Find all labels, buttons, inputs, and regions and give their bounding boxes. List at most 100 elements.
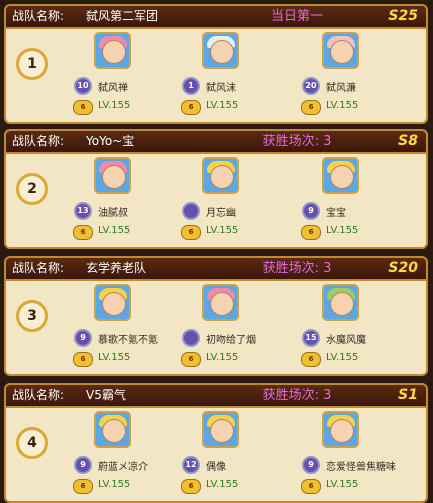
vip-badge: 6	[73, 352, 93, 367]
season-badge: S20	[388, 260, 418, 276]
vip-badge: 6	[73, 100, 93, 115]
member-name: 初吻给了烟	[206, 335, 256, 346]
rank-medal-icon: 15	[302, 329, 320, 347]
face-icon	[330, 40, 354, 64]
team-header: 战队名称: 弑风第二军团 当日第一 S25	[6, 6, 426, 29]
season-badge: S25	[388, 8, 418, 24]
team-member[interactable]: 9 慕歌不氪不氪 6 LV.155	[68, 279, 188, 374]
member-name: 慕歌不氪不氪	[98, 335, 158, 346]
rank-medal-icon: 1	[182, 77, 200, 95]
member-name: 弑风濂	[326, 83, 356, 94]
season-badge: S8	[398, 133, 418, 149]
rank-medal-icon: 10	[74, 77, 92, 95]
team-member[interactable]: 9 恋爱怪兽焦糖味 6 LV.155	[296, 406, 416, 501]
rank-medal-icon: 9	[302, 202, 320, 220]
face-icon	[330, 292, 354, 316]
team-label: 战队名称:	[12, 134, 65, 148]
member-name: 水魔风魔	[326, 335, 366, 346]
member-level: LV.155	[206, 352, 239, 363]
member-level: LV.155	[326, 225, 359, 236]
team-header: 战队名称: V5霸气 获胜场次: 3 S1	[6, 385, 426, 408]
face-icon	[102, 419, 126, 443]
rank-badge: 3	[16, 300, 48, 332]
member-name: 偶像	[206, 462, 226, 473]
member-name: 油腻叔	[98, 208, 128, 219]
season-badge: S1	[398, 387, 418, 403]
face-icon	[210, 40, 234, 64]
vip-badge: 6	[301, 225, 321, 240]
vip-badge: 6	[73, 479, 93, 494]
team-member[interactable]: 10 弑风禅 6 LV.155	[68, 27, 188, 122]
avatar[interactable]	[94, 411, 131, 448]
face-icon	[330, 165, 354, 189]
team-panel[interactable]: 战队名称: V5霸气 获胜场次: 3 S1 4 9 蔚蓝メ凉介 6 LV.155…	[4, 383, 428, 503]
team-name: 玄学养老队	[86, 261, 147, 275]
avatar[interactable]	[322, 32, 359, 69]
rank-medal-icon: 12	[182, 456, 200, 474]
member-name: 蔚蓝メ凉介	[98, 462, 148, 473]
vip-badge: 6	[181, 352, 201, 367]
team-name: V5霸气	[86, 388, 126, 402]
avatar[interactable]	[202, 32, 239, 69]
rank-medal-icon: 9	[74, 456, 92, 474]
face-icon	[210, 292, 234, 316]
avatar[interactable]	[322, 411, 359, 448]
team-panel[interactable]: 战队名称: 玄学养老队 获胜场次: 3 S20 3 9 慕歌不氪不氪 6 LV.…	[4, 256, 428, 376]
team-member[interactable]: 12 偶像 6 LV.155	[176, 406, 296, 501]
face-icon	[102, 292, 126, 316]
team-member[interactable]: 初吻给了烟 6 LV.155	[176, 279, 296, 374]
team-panel[interactable]: 战队名称: YoYo~宝 获胜场次: 3 S8 2 13 油腻叔 6 LV.15…	[4, 129, 428, 249]
rank-medal-icon: 9	[74, 329, 92, 347]
team-label: 战队名称:	[12, 388, 65, 402]
member-level: LV.155	[98, 352, 131, 363]
face-icon	[102, 40, 126, 64]
win-count: 获胜场次: 3	[262, 134, 332, 149]
team-name: 弑风第二军团	[86, 9, 159, 23]
team-label: 战队名称:	[12, 9, 65, 23]
avatar[interactable]	[94, 284, 131, 321]
rank-medal-icon: 13	[74, 202, 92, 220]
team-panel[interactable]: 战队名称: 弑风第二军团 当日第一 S25 1 10 弑风禅 6 LV.155 …	[4, 4, 428, 124]
avatar[interactable]	[94, 157, 131, 194]
team-member[interactable]: 20 弑风濂 6 LV.155	[296, 27, 416, 122]
member-level: LV.155	[98, 100, 131, 111]
team-member[interactable]: 13 油腻叔 6 LV.155	[68, 152, 188, 247]
face-icon	[210, 419, 234, 443]
avatar[interactable]	[322, 284, 359, 321]
rank-medal-icon: 20	[302, 77, 320, 95]
member-level: LV.155	[206, 225, 239, 236]
avatar[interactable]	[202, 157, 239, 194]
team-member[interactable]: 月忘幽 6 LV.155	[176, 152, 296, 247]
member-level: LV.155	[326, 479, 359, 490]
member-level: LV.155	[206, 100, 239, 111]
vip-badge: 6	[181, 479, 201, 494]
team-header: 战队名称: YoYo~宝 获胜场次: 3 S8	[6, 131, 426, 154]
rank-medal-icon: 9	[302, 456, 320, 474]
member-name: 月忘幽	[206, 208, 236, 219]
avatar[interactable]	[322, 157, 359, 194]
win-count: 当日第一	[270, 9, 323, 24]
rank-badge: 1	[16, 48, 48, 80]
team-header: 战队名称: 玄学养老队 获胜场次: 3 S20	[6, 258, 426, 281]
team-member[interactable]: 15 水魔风魔 6 LV.155	[296, 279, 416, 374]
member-name: 恋爱怪兽焦糖味	[326, 462, 396, 473]
member-level: LV.155	[98, 225, 131, 236]
rank-badge: 4	[16, 427, 48, 459]
face-icon	[102, 165, 126, 189]
rank-medal-icon	[182, 329, 200, 347]
vip-badge: 6	[73, 225, 93, 240]
rank-medal-icon	[182, 202, 200, 220]
avatar[interactable]	[202, 411, 239, 448]
team-member[interactable]: 9 宝宝 6 LV.155	[296, 152, 416, 247]
vip-badge: 6	[301, 100, 321, 115]
avatar[interactable]	[94, 32, 131, 69]
team-member[interactable]: 1 弑风沫 6 LV.155	[176, 27, 296, 122]
win-count: 获胜场次: 3	[262, 388, 332, 403]
member-level: LV.155	[326, 352, 359, 363]
member-level: LV.155	[326, 100, 359, 111]
member-level: LV.155	[98, 479, 131, 490]
face-icon	[330, 419, 354, 443]
avatar[interactable]	[202, 284, 239, 321]
team-member[interactable]: 9 蔚蓝メ凉介 6 LV.155	[68, 406, 188, 501]
win-count: 获胜场次: 3	[262, 261, 332, 276]
